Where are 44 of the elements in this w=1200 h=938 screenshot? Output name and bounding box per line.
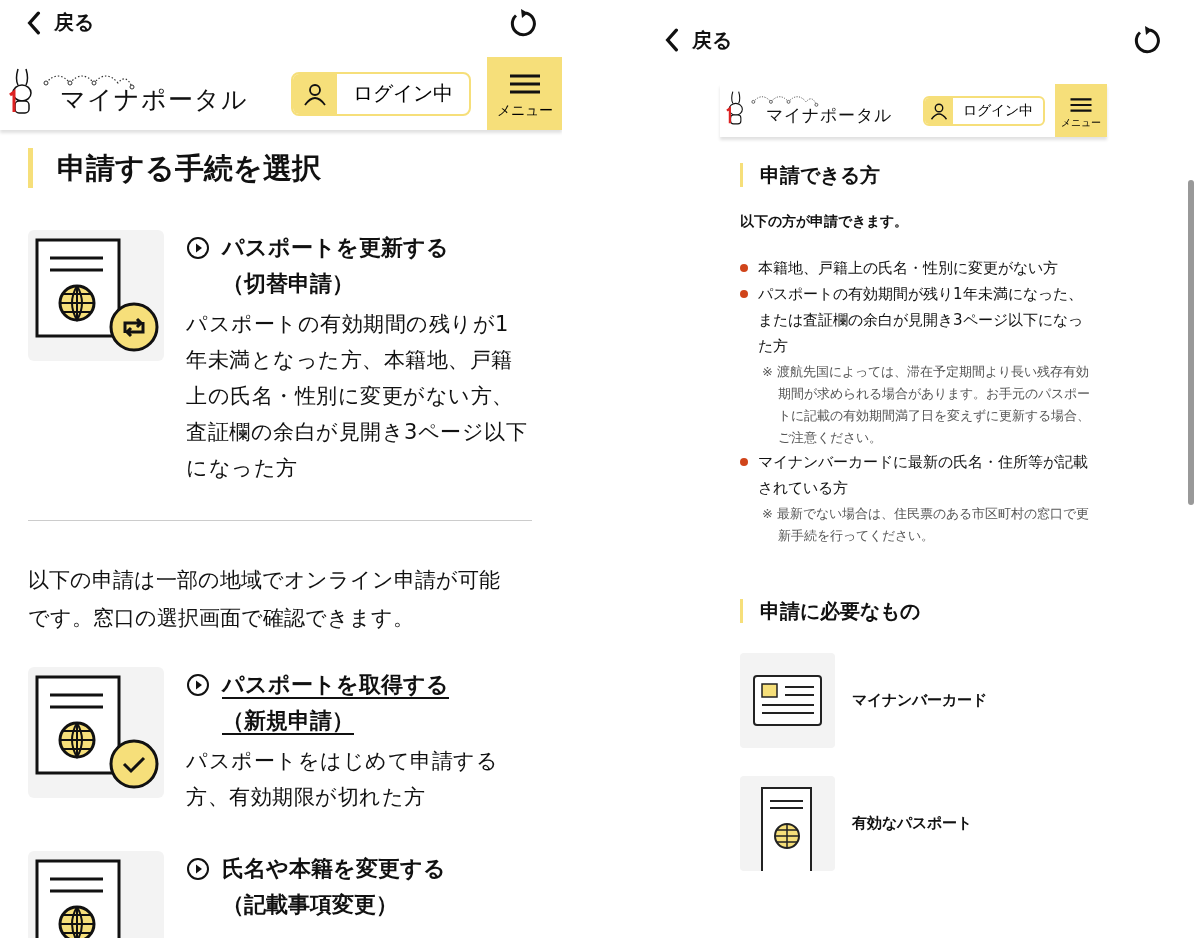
login-status-button[interactable]: ログイン中 <box>291 71 471 116</box>
section-heading: 申請する手続を選択 <box>28 148 532 188</box>
bullet-dot <box>740 264 748 272</box>
menu-button[interactable]: メニュー <box>487 57 562 130</box>
back-icon <box>664 28 680 52</box>
id-card-icon <box>740 653 835 748</box>
bullet-dot <box>740 458 748 466</box>
reload-icon[interactable] <box>1132 25 1162 55</box>
back-icon <box>26 10 42 35</box>
section-heading: 申請できる方 <box>740 163 1093 187</box>
back-link[interactable]: 戻る <box>26 9 94 36</box>
play-icon <box>186 673 210 697</box>
passport-icon <box>740 776 835 871</box>
play-icon <box>186 236 210 260</box>
passport-icon <box>28 230 164 361</box>
passport-icon <box>28 667 164 798</box>
procedure-link[interactable]: 氏名や本籍を変更する （記載事項変更） <box>222 851 446 923</box>
menu-icon <box>509 73 540 94</box>
user-icon <box>303 81 327 106</box>
procedure-link[interactable]: パスポートを取得する （新規申請） <box>222 667 449 739</box>
play-icon <box>186 857 210 881</box>
reload-icon[interactable] <box>508 7 538 38</box>
user-icon <box>930 101 948 120</box>
back-link[interactable]: 戻る <box>664 26 732 54</box>
note-text: ※ 最新でない場合は、住民票のある市区町村の窓口で更新手続を行ってください。 <box>762 505 1091 545</box>
requirement-label: 有効なパスポート <box>852 814 972 833</box>
eligibility-item: パスポートの有効期間が残り1年未満になった、または査証欄の余白が見開き3ページ以下になった方 <box>758 284 1084 357</box>
procedure-description: パスポートの有効期間の残りが1年未満となった方、本籍地、戸籍上の氏名・性別に変更がない方、査証欄の余白が見開き3ページ以下になった方 <box>186 311 529 482</box>
note-text: ※ 渡航先国によっては、滞在予定期間より長い残存有効期間が求められる場合があります。お手元のパスポートに記載の有効期間満了日を変えずに更新する場合、ご注意ください。 <box>762 363 1091 447</box>
menu-icon <box>1070 97 1092 112</box>
eligibility-item: マイナンバーカードに最新の氏名・住所等が記載されている方 <box>758 452 1089 499</box>
site-name: マイナポータル <box>766 104 892 127</box>
notice-text: 以下の申請は一部の地域でオンライン申請が可能です。窓口の選択画面で確認できます。 <box>28 567 501 632</box>
menu-button[interactable]: メニュー <box>1055 84 1107 137</box>
procedure-link[interactable]: パスポートを更新する （切替申請） <box>222 230 449 302</box>
section-heading: 申請に必要なもの <box>740 599 1093 623</box>
lead-text: 以下の方が申請できます。 <box>740 213 909 231</box>
login-status-button[interactable]: ログイン中 <box>923 95 1045 126</box>
site-name: マイナポータル <box>60 84 248 116</box>
bullet-dot <box>740 290 748 298</box>
procedure-description: パスポートをはじめて申請する方、有効期限が切れた方 <box>186 748 499 811</box>
scrollbar[interactable] <box>1188 180 1194 505</box>
requirement-label: マイナンバーカード <box>852 691 987 710</box>
eligibility-item: 本籍地、戸籍上の氏名・性別に変更がない方 <box>758 258 1058 279</box>
